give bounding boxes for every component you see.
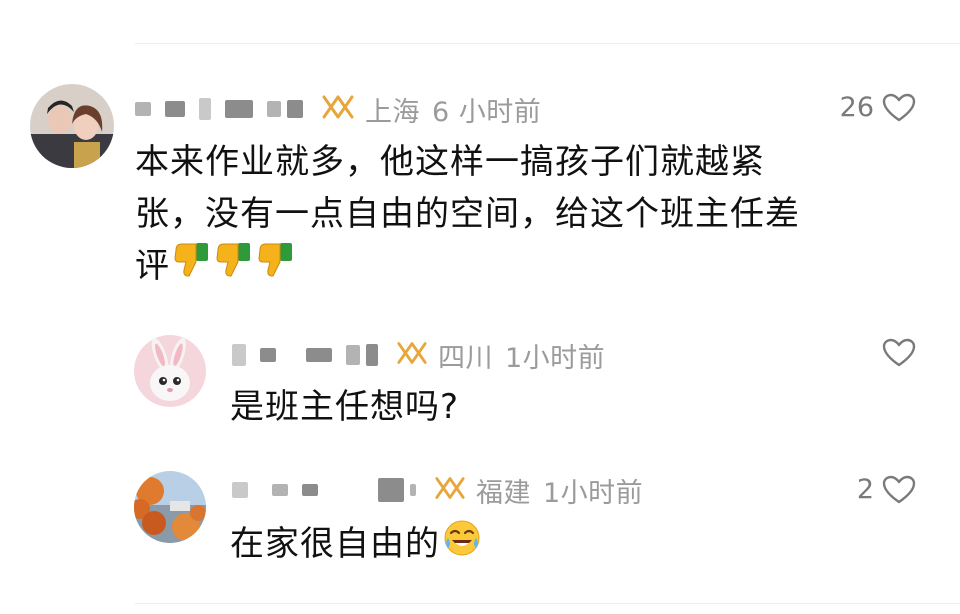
heart-icon	[882, 338, 916, 367]
redacted-username	[378, 478, 404, 502]
redacted-username	[199, 98, 211, 120]
comment-text-content: 在家很自由的	[230, 524, 440, 564]
redacted-username	[232, 482, 248, 498]
fan-badge-icon	[321, 94, 355, 124]
thumbs-down-icon	[172, 240, 212, 295]
top-divider	[135, 43, 960, 44]
comment-location: 上海	[365, 96, 420, 128]
comment-text-line-last: 评	[135, 240, 800, 295]
comment-text-line: 张，没有一点自由的空间，给这个班主任差	[135, 194, 800, 234]
avatar[interactable]	[134, 471, 206, 543]
fan-badge-icon	[434, 475, 466, 505]
redacted-username	[165, 101, 185, 117]
redacted-username	[260, 348, 276, 362]
redacted-username	[410, 484, 416, 496]
comment-location: 四川	[438, 342, 493, 374]
redacted-username	[267, 101, 281, 117]
crying-laughing-icon	[442, 518, 482, 573]
redacted-username	[287, 100, 303, 118]
comment-location: 福建	[476, 477, 531, 509]
comment-text-line: 评	[135, 246, 170, 286]
comment-meta: 上海 6 小时前	[365, 90, 541, 129]
like-count: 26	[839, 92, 874, 123]
redacted-username	[232, 344, 246, 366]
comment-text-line: 本来作业就多，他这样一搞孩子们就越紧	[135, 142, 765, 182]
comment-meta: 福建 1小时前	[476, 471, 643, 510]
thumbs-down-icon	[256, 240, 296, 295]
bottom-divider	[135, 603, 960, 604]
comment-text: 是班主任想吗?	[230, 381, 459, 433]
comment-text-content: 是班主任想吗?	[230, 387, 460, 427]
redacted-username	[225, 100, 253, 118]
like-button[interactable]: 26	[840, 92, 916, 123]
comment-text: 在家很自由的	[230, 518, 482, 573]
redacted-username	[272, 484, 288, 496]
redacted-username	[302, 484, 318, 496]
like-button[interactable]: 2	[857, 474, 916, 505]
avatar[interactable]	[134, 335, 206, 407]
thumbs-down-icon	[214, 240, 254, 295]
comment-time: 1小时前	[543, 477, 644, 509]
like-button[interactable]	[874, 338, 916, 368]
comment-time: 6 小时前	[432, 96, 542, 128]
heart-icon	[882, 93, 916, 121]
comment-header: 福建 1小时前	[232, 475, 643, 509]
avatar[interactable]	[30, 84, 114, 168]
redacted-username	[346, 345, 360, 365]
redacted-username	[366, 344, 378, 366]
like-count: 2	[856, 474, 874, 505]
comment-header: 四川 1小时前	[232, 340, 605, 374]
heart-icon	[882, 475, 916, 503]
redacted-username	[306, 348, 332, 362]
comment-meta: 四川 1小时前	[438, 336, 605, 375]
comment-time: 1小时前	[505, 342, 606, 374]
fan-badge-icon	[396, 340, 428, 370]
comment-text: 本来作业就多，他这样一搞孩子们就越紧 张，没有一点自由的空间，给这个班主任差 评	[135, 136, 800, 295]
redacted-username	[135, 102, 151, 116]
comment-header: 上海 6 小时前	[135, 94, 541, 128]
